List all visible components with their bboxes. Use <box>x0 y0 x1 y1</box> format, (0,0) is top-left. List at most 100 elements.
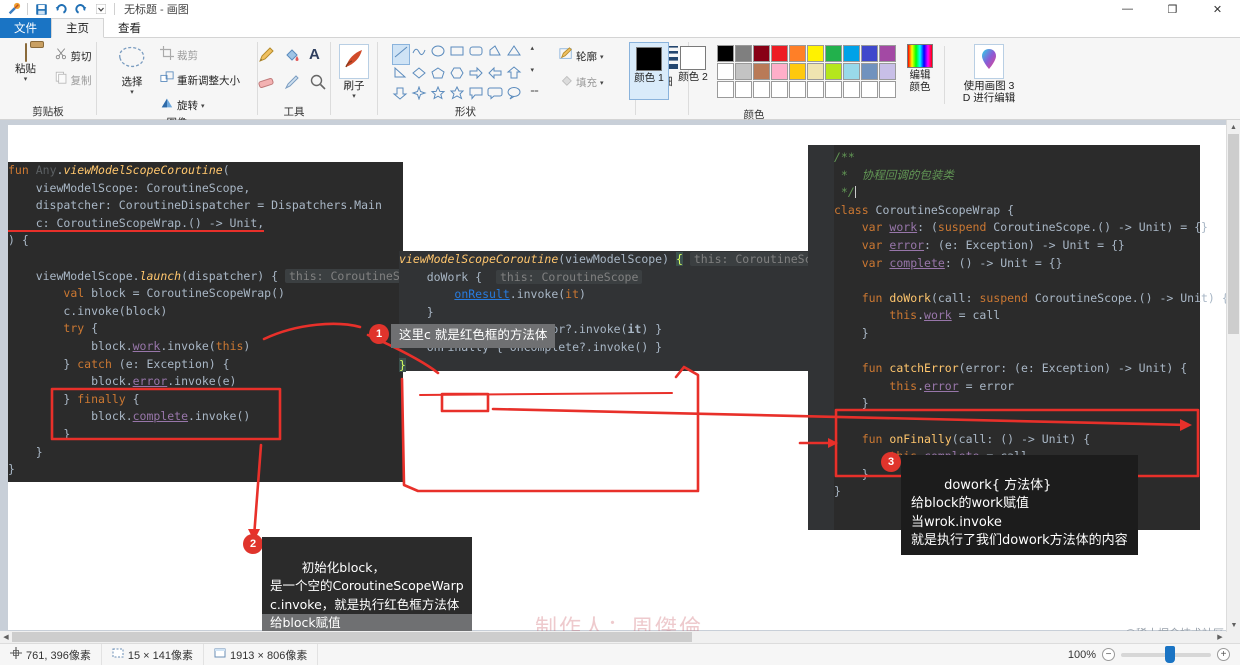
palette-swatch-0-0[interactable] <box>717 45 734 62</box>
select-button[interactable]: 选择 ▾ <box>112 42 152 96</box>
scroll-right-icon[interactable]: ▶ <box>1214 631 1226 643</box>
palette-swatch-2-1[interactable] <box>735 81 752 98</box>
shape-gallery-up-icon[interactable]: ▴ <box>530 44 538 52</box>
undo-icon[interactable] <box>51 1 71 17</box>
shape-gallery-more-icon[interactable]: ⩵ <box>530 88 538 96</box>
shape-rect-icon[interactable] <box>449 44 467 65</box>
shape-curve-icon[interactable] <box>411 44 429 65</box>
copy-button[interactable]: 复制 <box>53 70 94 90</box>
select-caret-icon[interactable]: ▾ <box>130 88 134 96</box>
paste-caret-icon[interactable]: ▾ <box>24 75 28 83</box>
fill-shape-caret-icon[interactable]: ▾ <box>600 79 604 87</box>
scroll-down-icon[interactable]: ▼ <box>1227 618 1240 632</box>
vertical-scrollbar[interactable]: ▲ ▼ <box>1226 120 1240 632</box>
tab-view[interactable]: 查看 <box>104 18 155 38</box>
palette-swatch-0-4[interactable] <box>789 45 806 62</box>
shape-arrow-down-icon[interactable] <box>392 86 410 105</box>
palette-swatch-1-3[interactable] <box>771 63 788 80</box>
palette-swatch-1-7[interactable] <box>843 63 860 80</box>
fill-shape-button[interactable]: 填充 ▾ <box>557 72 606 93</box>
brush-button[interactable]: 刷子 ▾ <box>331 42 377 100</box>
zoom-out-button[interactable]: − <box>1102 648 1115 661</box>
close-button[interactable]: ✕ <box>1195 0 1240 18</box>
shape-arrow-right-icon[interactable] <box>468 66 486 85</box>
shape-right-triangle-icon[interactable] <box>392 66 410 85</box>
palette-swatch-0-8[interactable] <box>861 45 878 62</box>
scroll-left-icon[interactable]: ◀ <box>0 631 12 643</box>
cut-button[interactable]: 剪切 <box>53 46 94 66</box>
palette-swatch-2-2[interactable] <box>753 81 770 98</box>
pencil-icon[interactable] <box>257 46 279 69</box>
shape-triangle-icon[interactable] <box>506 44 524 65</box>
palette-swatch-0-7[interactable] <box>843 45 860 62</box>
palette-swatch-2-3[interactable] <box>771 81 788 98</box>
fill-icon[interactable] <box>283 46 305 69</box>
shape-five-point-star-icon[interactable] <box>430 85 448 105</box>
rotate-caret-icon[interactable]: ▾ <box>201 102 205 110</box>
zoom-control[interactable]: 100% − + <box>1066 645 1240 663</box>
palette-swatch-0-5[interactable] <box>807 45 824 62</box>
palette-swatch-2-8[interactable] <box>861 81 878 98</box>
palette-swatch-1-0[interactable] <box>717 63 734 80</box>
customize-quick-access-icon[interactable] <box>91 1 111 17</box>
palette-swatch-1-2[interactable] <box>753 63 770 80</box>
shape-gallery-down-icon[interactable]: ▾ <box>530 66 538 74</box>
eraser-icon[interactable] <box>257 73 279 96</box>
scroll-up-icon[interactable]: ▲ <box>1227 120 1240 134</box>
palette-swatch-0-3[interactable] <box>771 45 788 62</box>
shape-four-point-star-icon[interactable] <box>411 85 429 105</box>
rotate-button[interactable]: 旋转 ▾ <box>158 95 242 116</box>
palette-swatch-2-0[interactable] <box>717 81 734 98</box>
palette-swatch-1-6[interactable] <box>825 63 842 80</box>
shape-ellipse-icon[interactable] <box>430 44 448 65</box>
paint3d-button[interactable]: 使用画图 3 D 进行编辑 <box>949 42 1029 104</box>
maximize-button[interactable]: ❐ <box>1150 0 1195 18</box>
palette-swatch-1-9[interactable] <box>879 63 896 80</box>
palette-swatch-2-9[interactable] <box>879 81 896 98</box>
tab-file[interactable]: 文件 <box>0 18 51 38</box>
shape-callout-rounded-icon[interactable] <box>487 86 505 105</box>
horizontal-scroll-thumb[interactable] <box>12 632 692 642</box>
save-icon[interactable] <box>31 1 51 17</box>
palette-swatch-1-4[interactable] <box>789 63 806 80</box>
palette-swatch-0-6[interactable] <box>825 45 842 62</box>
shape-polygon-icon[interactable] <box>487 44 505 65</box>
color-picker-icon[interactable] <box>283 73 305 96</box>
outline-caret-icon[interactable]: ▾ <box>600 53 604 61</box>
zoom-slider[interactable] <box>1121 645 1211 663</box>
shape-arrow-up-icon[interactable] <box>506 66 524 85</box>
redo-icon[interactable] <box>71 1 91 17</box>
outline-button[interactable]: 轮廓 ▾ <box>557 46 606 67</box>
shape-callout-oval-icon[interactable] <box>506 86 524 105</box>
color2-button[interactable]: 颜色 2 <box>673 42 713 100</box>
zoom-in-button[interactable]: + <box>1217 648 1230 661</box>
palette-swatch-0-1[interactable] <box>735 45 752 62</box>
shape-callout-rect-icon[interactable] <box>468 86 486 105</box>
shape-rounded-rect-icon[interactable] <box>468 44 486 65</box>
shape-gallery[interactable] <box>392 42 524 105</box>
palette-swatch-1-1[interactable] <box>735 63 752 80</box>
vertical-scroll-thumb[interactable] <box>1228 134 1239 334</box>
paint-canvas[interactable]: fun Any.viewModelScopeCoroutine( viewMod… <box>8 125 1230 632</box>
shape-diamond-icon[interactable] <box>411 66 429 85</box>
color-palette[interactable] <box>717 42 896 98</box>
paste-button[interactable]: 粘贴 ▾ <box>3 42 49 83</box>
resize-button[interactable]: 重新调整大小 <box>158 70 242 91</box>
tab-home[interactable]: 主页 <box>51 18 104 38</box>
palette-swatch-0-2[interactable] <box>753 45 770 62</box>
shape-six-point-star-icon[interactable] <box>449 85 467 105</box>
minimize-button[interactable]: — <box>1105 0 1150 18</box>
palette-swatch-0-9[interactable] <box>879 45 896 62</box>
text-icon[interactable]: A <box>309 46 331 69</box>
crop-button[interactable]: 裁剪 <box>158 45 242 66</box>
brush-caret-icon[interactable]: ▾ <box>352 92 356 100</box>
shape-hexagon-icon[interactable] <box>449 66 467 85</box>
shape-line-icon[interactable] <box>392 44 411 65</box>
palette-swatch-2-4[interactable] <box>789 81 806 98</box>
palette-swatch-2-6[interactable] <box>825 81 842 98</box>
horizontal-scrollbar[interactable]: ◀ ▶ <box>0 631 1226 643</box>
color1-button[interactable]: 颜色 1 <box>629 42 669 100</box>
shape-pentagon-icon[interactable] <box>430 66 448 85</box>
canvas-area[interactable]: fun Any.viewModelScopeCoroutine( viewMod… <box>0 120 1240 632</box>
magnifier-icon[interactable] <box>309 73 331 96</box>
